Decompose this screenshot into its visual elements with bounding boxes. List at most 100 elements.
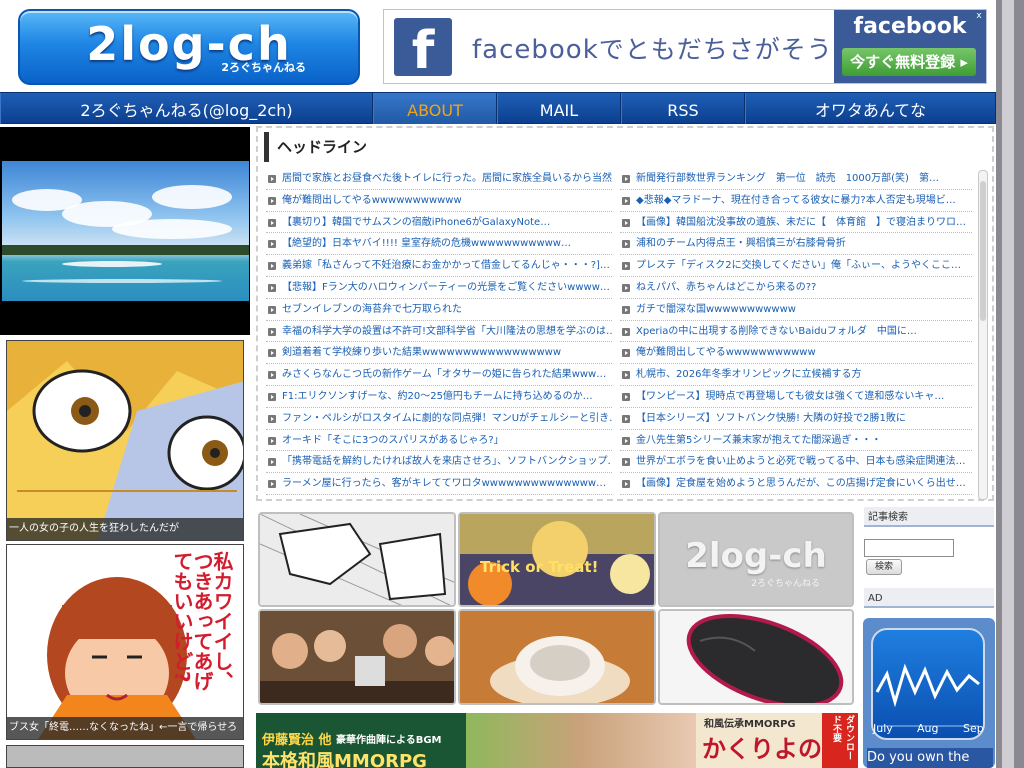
- headline-link[interactable]: プレステ「ディスク2に交換してください」俺「ふぃー、ようやくここ…: [636, 260, 961, 271]
- next-thumbnail[interactable]: [6, 745, 244, 768]
- headline-item[interactable]: 「携帯電話を解約したければ故人を来店させろ」、ソフトバンクショップ…: [266, 451, 612, 474]
- headline-item[interactable]: オーキド「そこに3つのスパリスがあるじゃろ?」: [266, 430, 612, 452]
- window-scrollbar-track[interactable]: [1002, 0, 1014, 768]
- headline-item[interactable]: 金八先生第5シリーズ兼末家が抱えてた闇深過ぎ・・・: [620, 430, 972, 452]
- mmorpg-ad-banner[interactable]: 伊藤賢治 他 豪華作曲陣によるBGM 本格和風MMORPG 和風伝承MMORPG…: [256, 713, 858, 768]
- bullet-arrow-icon: [622, 283, 630, 292]
- nav-rss[interactable]: RSS: [621, 93, 745, 124]
- anime-girl-illustration: [7, 341, 243, 540]
- grid-image-food[interactable]: [458, 609, 656, 705]
- headline-link[interactable]: 【悲報】Fラン大のハロウィンパーティーの光景をご覧くださいwwww…: [282, 282, 610, 293]
- headline-link[interactable]: ファン・ペルシがロスタイムに劇的な同点弾！マンUがチェルシーと引き…: [282, 413, 612, 424]
- headline-item[interactable]: 【絶望的】日本ヤバイ!!!! 皇室存続の危機wwwwwwwwwww…: [266, 233, 612, 256]
- headline-link[interactable]: 「携帯電話を解約したければ故人を来店させろ」、ソフトバンクショップ…: [282, 456, 612, 467]
- headline-item[interactable]: Xperiaの中に出現する削除できないBaiduフォルダ 中国に…: [620, 321, 972, 343]
- headline-link[interactable]: 札幌市、2026年冬季オリンピックに立候補する方: [636, 369, 861, 380]
- headline-item[interactable]: 【悲報】Fラン大のハロウィンパーティーの光景をご覧くださいwwww…: [266, 277, 612, 299]
- video-thumbnail[interactable]: [0, 127, 250, 335]
- headline-item[interactable]: ファン・ペルシがロスタイムに劇的な同点弾！マンUがチェルシーと引き…: [266, 408, 612, 430]
- headline-link[interactable]: オーキド「そこに3つのスパリスがあるじゃろ?」: [282, 435, 504, 446]
- headline-item[interactable]: 居間で家族とお昼食べた後トイレに行った。居間に家族全員いるから当然…: [266, 168, 612, 190]
- bullet-arrow-icon: [622, 414, 630, 423]
- headline-item[interactable]: セブンイレブンの海苔弁で七万取られた: [266, 299, 612, 321]
- headline-item[interactable]: 剣道着着て学校練り歩いた結果wwwwwwwwwwwwwwwww: [266, 342, 612, 365]
- headline-item[interactable]: 幸福の科学大学の設置は不許可!文部科学省「大川隆法の思想を学ぶのは…: [266, 321, 612, 343]
- app-ad[interactable]: July Aug Sep Do you own the: [863, 618, 995, 768]
- nav-owata-antenna[interactable]: オワタあんてな: [745, 93, 996, 124]
- headline-link[interactable]: F1:エリクソンすげーな、約20～25億円もチームに持ち込めるのか…: [282, 391, 593, 402]
- facebook-ad-copy-jp: でともだちさがそう: [598, 35, 833, 64]
- anime-thumbnail[interactable]: 一人の女の子の人生を狂わしたんだが: [6, 340, 244, 541]
- headline-link[interactable]: 【画像】定食屋を始めようと思うんだが、この店揚げ定食にいくら出せ…: [636, 478, 966, 489]
- headline-item[interactable]: 【画像】定食屋を始めようと思うんだが、この店揚げ定食にいくら出せ…: [620, 473, 972, 495]
- grid-image-logo[interactable]: 2log-ch 2ろぐちゃんねる: [658, 512, 854, 607]
- bullet-arrow-icon: [622, 262, 630, 271]
- headline-link[interactable]: 居間で家族とお昼食べた後トイレに行った。居間に家族全員いるから当然…: [282, 173, 612, 184]
- headline-item[interactable]: ねえパパ、赤ちゃんはどこから来るの??: [620, 277, 972, 299]
- headline-item[interactable]: 【ワンピース】現時点で再登場しても彼女は強くて違和感ないキャ…: [620, 386, 972, 408]
- search-input[interactable]: [864, 539, 954, 557]
- headline-item[interactable]: 【画像】韓国船沈没事故の遺族、未だに【 体育館 】で寝泊まりワロ…: [620, 212, 972, 234]
- headline-link[interactable]: 【裏切り】韓国でサムスンの宿敵iPhone6がGalaxyNote…: [282, 217, 550, 228]
- headline-link[interactable]: 俺が難問出してやるwwwwwwwwwww: [636, 347, 816, 358]
- headline-item[interactable]: 俺が難問出してやるwwwwwwwwwww: [620, 342, 972, 365]
- headline-item[interactable]: みさくらなんこつ氏の新作ゲーム「オタサーの姫に告られた結果www…: [266, 364, 612, 386]
- headline-link[interactable]: 【ワンピース】現時点で再登場しても彼女は強くて違和感ないキャ…: [636, 391, 944, 402]
- headline-link[interactable]: 俺が難問出してやるwwwwwwwwwww: [282, 195, 462, 206]
- ad-close-icon[interactable]: x: [974, 11, 984, 21]
- manga-thumbnail[interactable]: 私カワイイし、つきあってあげてもいいけど? ブス女「終電……なくなったね」←一言…: [6, 544, 244, 740]
- headline-item[interactable]: プレステ「ディスク2に交換してください」俺「ふぃー、ようやくここ…: [620, 255, 972, 277]
- headline-link[interactable]: ◆悲報◆マラドーナ、現在付き合ってる彼女に暴力?本人否定も現場ビ…: [636, 195, 956, 206]
- headline-item[interactable]: ガチで闇深な国wwwwwwwwwww: [620, 299, 972, 321]
- headline-link[interactable]: 世界がエボラを食い止めようと必死で戦ってる中、日本も感染症関連法…: [636, 456, 966, 467]
- headline-item[interactable]: 義弟嫁「私さんって不妊治療にお金かかって借金してるんじゃ・・・?]…: [266, 255, 612, 277]
- mmorpg-ad-bgm: 豪華作曲陣によるBGM: [336, 735, 442, 746]
- grid-image-halloween[interactable]: Trick or Treat!: [458, 512, 656, 607]
- bullet-arrow-icon: [622, 349, 630, 358]
- bullet-arrow-icon: [268, 480, 276, 489]
- headline-item[interactable]: 新聞発行部数世界ランキング 第一位 読売 1000万部(笑) 第…: [620, 168, 972, 190]
- headline-link[interactable]: Xperiaの中に出現する削除できないBaiduフォルダ 中国に…: [636, 326, 917, 337]
- headline-scrollbar[interactable]: [978, 170, 988, 500]
- headline-link[interactable]: 新聞発行部数世界ランキング 第一位 読売 1000万部(笑) 第…: [636, 173, 939, 184]
- headline-link[interactable]: 【画像】韓国船沈没事故の遺族、未だに【 体育館 】で寝泊まりワロ…: [636, 217, 966, 228]
- headline-link[interactable]: みさくらなんこつ氏の新作ゲーム「オタサーの姫に告られた結果www…: [282, 369, 606, 380]
- headline-link[interactable]: ラーメン屋に行ったら、客がキレててワロタwwwwwwwwwwwwww…: [282, 478, 606, 489]
- ad-month-sep: Sep: [963, 722, 984, 735]
- facebook-ad-banner[interactable]: f facebookでともだちさがそう facebook 今すぐ無料登録 ▸ x: [383, 9, 987, 84]
- scrollbar-thumb[interactable]: [980, 181, 986, 321]
- facebook-register-button[interactable]: 今すぐ無料登録 ▸: [842, 48, 976, 76]
- headline-link[interactable]: 【日本シリーズ】ソフトバンク快勝! 大隣の好投で2勝1敗に: [636, 413, 906, 424]
- headline-item[interactable]: 【裏切り】韓国でサムスンの宿敵iPhone6がGalaxyNote…: [266, 212, 612, 234]
- site-logo[interactable]: 2log-ch 2ろぐちゃんねる: [18, 9, 360, 85]
- headline-item[interactable]: 俺が難問出してやるwwwwwwwwwww: [266, 190, 612, 212]
- headline-item[interactable]: F1:エリクソンすげーな、約20～25億円もチームに持ち込めるのか…: [266, 386, 612, 408]
- headline-link[interactable]: 金八先生第5シリーズ兼末家が抱えてた闇深過ぎ・・・: [636, 435, 881, 446]
- headline-link[interactable]: 義弟嫁「私さんって不妊治療にお金かかって借金してるんじゃ・・・?]…: [282, 260, 610, 271]
- grid-image-people[interactable]: [258, 609, 456, 705]
- headline-item[interactable]: 札幌市、2026年冬季オリンピックに立候補する方: [620, 364, 972, 386]
- headline-item[interactable]: ラーメン屋に行ったら、客がキレててワロタwwwwwwwwwwwwww…: [266, 473, 612, 495]
- nav-mail[interactable]: MAIL: [497, 93, 621, 124]
- headline-link[interactable]: 浦和のチーム内得点王・興梠慎三が右膝骨骨折: [636, 238, 846, 249]
- headline-link[interactable]: セブンイレブンの海苔弁で七万取られた: [282, 304, 462, 315]
- grid-image-mouse[interactable]: [658, 609, 854, 705]
- headline-link[interactable]: 幸福の科学大学の設置は不許可!文部科学省「大川隆法の思想を学ぶのは…: [282, 326, 612, 337]
- nav-about[interactable]: ABOUT: [373, 93, 497, 124]
- headline-link[interactable]: ねえパパ、赤ちゃんはどこから来るの??: [636, 282, 816, 293]
- nav-site-title[interactable]: 2ろぐちゃんねる(@log_2ch): [0, 93, 373, 124]
- headline-item[interactable]: 世界がエボラを食い止めようと必死で戦ってる中、日本も感染症関連法…: [620, 451, 972, 474]
- headline-item[interactable]: 浦和のチーム内得点王・興梠慎三が右膝骨骨折: [620, 233, 972, 256]
- headline-item[interactable]: ◆悲報◆マラドーナ、現在付き合ってる彼女に暴力?本人否定も現場ビ…: [620, 190, 972, 212]
- grid-image-manga-hero[interactable]: [258, 512, 456, 607]
- window-scrollbar[interactable]: [996, 0, 1024, 768]
- logo-subtitle: 2ろぐちゃんねる: [221, 61, 306, 74]
- headline-item[interactable]: 【日本シリーズ】ソフトバンク快勝! 大隣の好投で2勝1敗に: [620, 408, 972, 430]
- headline-link[interactable]: 【絶望的】日本ヤバイ!!!! 皇室存続の危機wwwwwwwwwww…: [282, 238, 571, 249]
- headline-link[interactable]: ガチで闇深な国wwwwwwwwwww: [636, 304, 796, 315]
- search-button[interactable]: 検索: [866, 559, 902, 575]
- grid-logo-sub: 2ろぐちゃんねる: [751, 579, 820, 589]
- headline-link[interactable]: 剣道着着て学校練り歩いた結果wwwwwwwwwwwwwwwww: [282, 347, 561, 358]
- manga-panel-image: [260, 514, 454, 605]
- mmorpg-ad-left: 伊藤賢治 他 豪華作曲陣によるBGM 本格和風MMORPG: [256, 713, 466, 768]
